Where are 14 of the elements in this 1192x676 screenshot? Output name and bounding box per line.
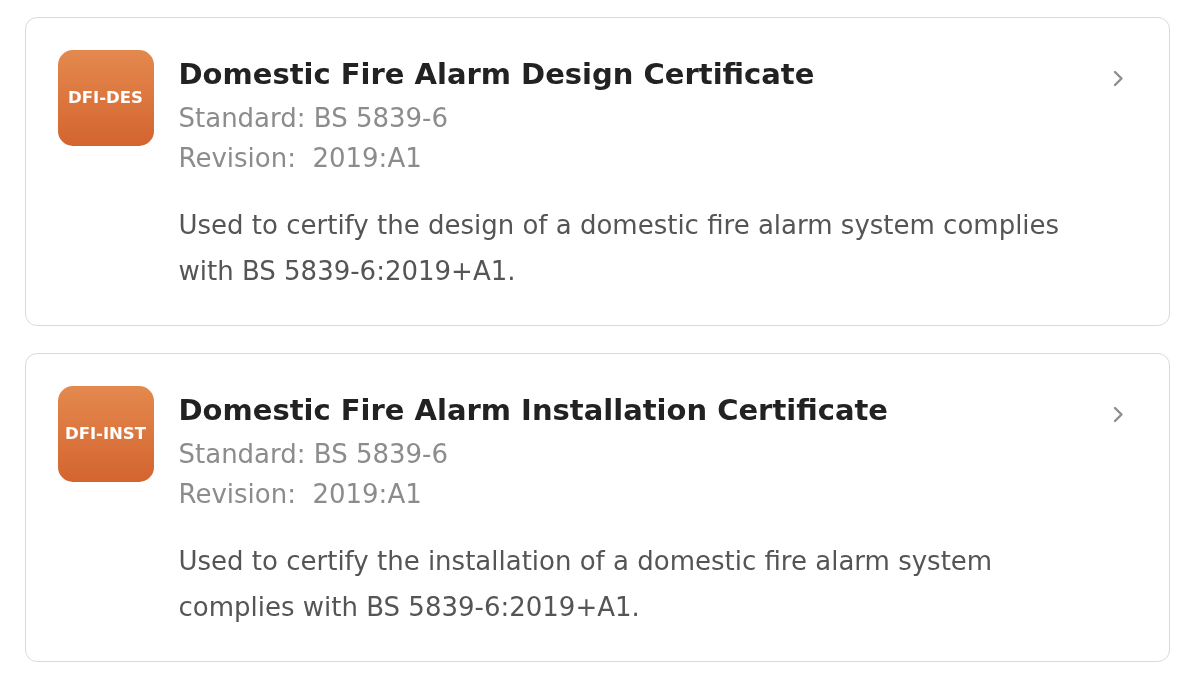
chevron-right-icon <box>1112 405 1124 423</box>
standard-text: Standard: BS 5839-6 <box>178 101 450 135</box>
certificate-title: Domestic Fire Alarm Installation Certificate <box>178 391 889 429</box>
certificate-code-tile: DFI-INST <box>57 385 154 482</box>
description-text: Used to certify the installation of a domestic fire alarm system complies with BS 5839-6:2019+A1. <box>178 544 994 624</box>
revision-text: Revision: 2019:A1 <box>178 477 423 511</box>
description-text: Used to certify the design of a domestic fire alarm system complies with BS 5839-6:2019+A1. <box>178 208 1061 288</box>
certificate-code-tile: DFI-DES <box>57 49 154 146</box>
standard-text: Standard: BS 5839-6 <box>178 437 450 471</box>
chevron-right-icon <box>1112 69 1124 87</box>
certificate-card[interactable]: DFI-DES Domestic Fire Alarm Design Certificate Standard: BS 5839-6 Revision: 2019:A1 Used to certify the design of a domestic fire alarm system complies with BS 5839-6:2019+A1. <box>25 17 1170 326</box>
certificate-title: Domestic Fire Alarm Design Certificate <box>178 55 816 93</box>
revision-text: Revision: 2019:A1 <box>178 141 423 175</box>
certificate-card[interactable]: DFI-INST Domestic Fire Alarm Installation Certificate Standard: BS 5839-6 Revision: 2019:A1 Used to certify the installation of a domestic fire alarm system complies with BS 5839-6:2019+A1. <box>25 353 1170 662</box>
